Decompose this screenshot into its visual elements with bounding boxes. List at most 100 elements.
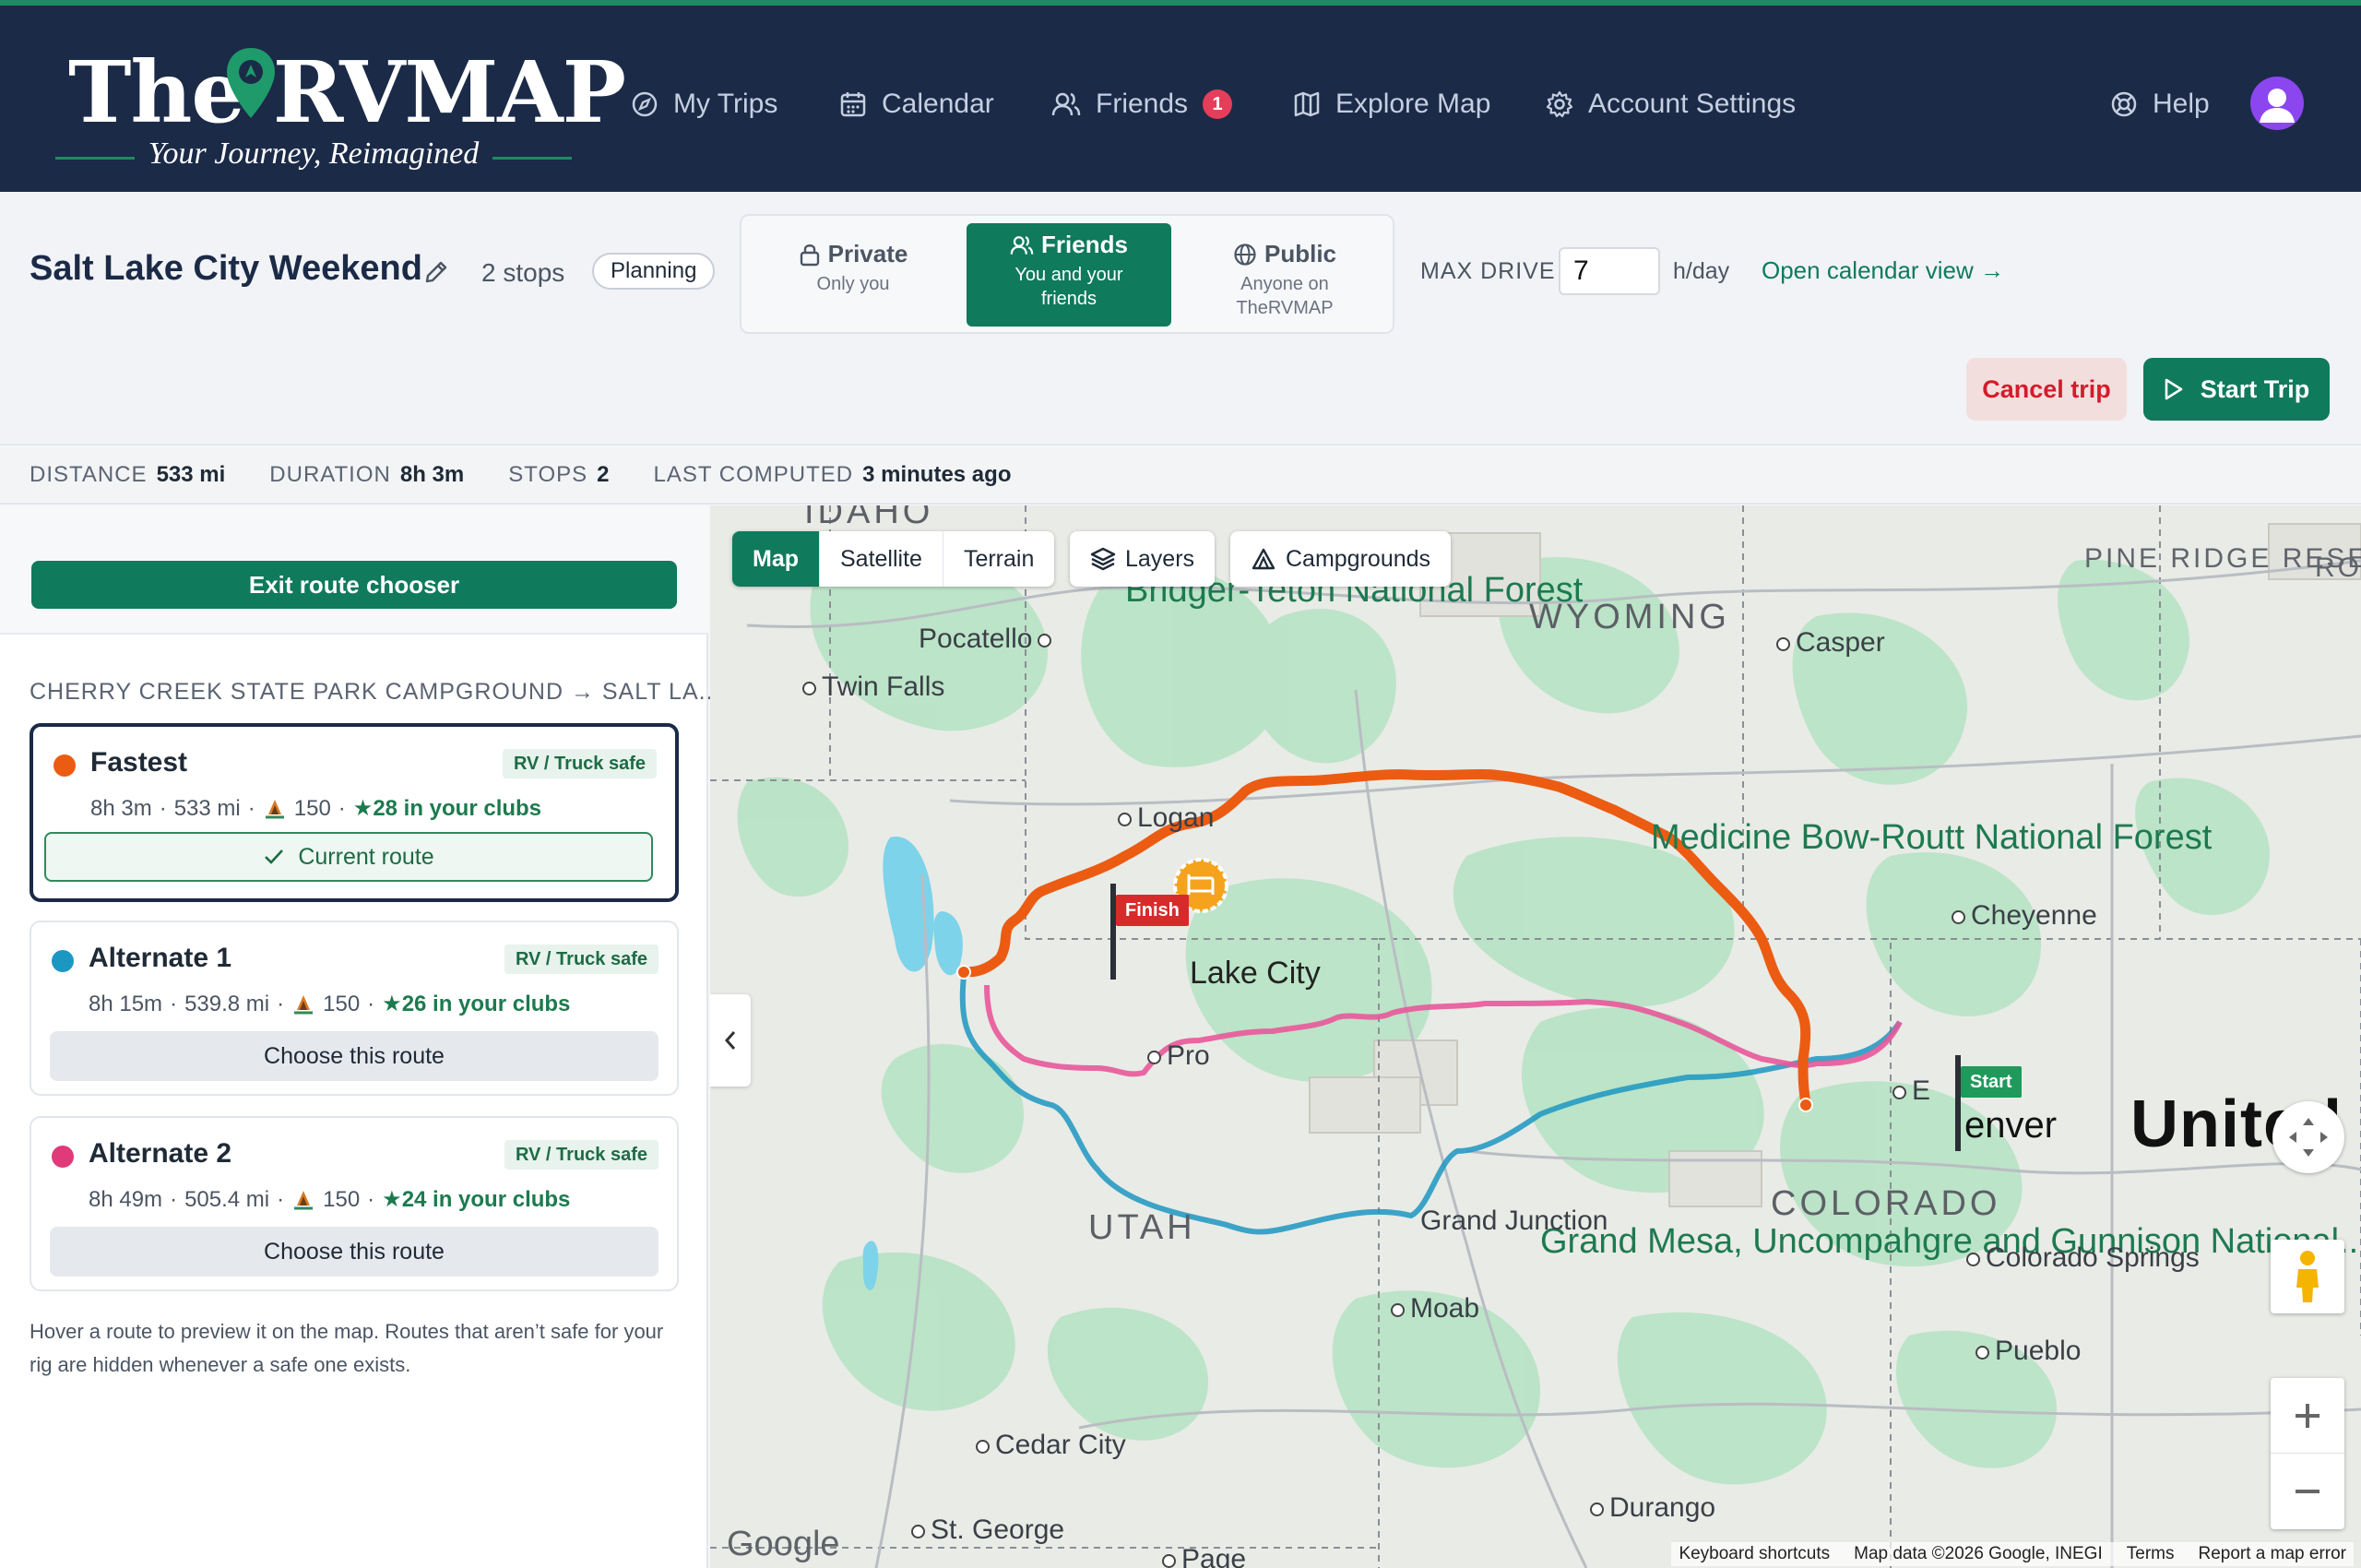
visibility-private-title: Private [827,240,908,267]
open-calendar-link[interactable]: Open calendar view → [1762,256,2004,285]
report-map-error-link[interactable]: Report a map error [2198,1544,2346,1564]
map-icon [1294,91,1320,117]
route-card-alternate-2[interactable]: Alternate 2 RV / Truck safe 8h 49m · 505.… [30,1116,679,1291]
map-type-satellite[interactable]: Satellite [820,531,943,587]
globe-icon [1234,243,1256,266]
stat-distance: DISTANCE 533 mi [30,462,226,487]
logo-tagline: Your Journey, Reimagined [148,137,480,171]
visibility-friends-subtitle: You and your friends [1014,265,1123,309]
map-label-medicine-bow: Medicine Bow-Routt National Forest [1651,818,2213,857]
route-color-dot [52,950,74,972]
campgrounds-button[interactable]: Campgrounds [1230,531,1452,587]
pencil-edit-icon[interactable] [422,258,450,286]
map-label-salt-lake-city: Lake City [1190,956,1321,991]
visibility-public-subtitle: Anyone on TheRVMAP [1236,274,1334,318]
keyboard-shortcuts-link[interactable]: Keyboard shortcuts [1679,1544,1830,1564]
route-heading: CHERRY CREEK STATE PARK CAMPGROUND → SAL… [30,679,721,705]
nav-account-settings[interactable]: Account Settings [1546,81,1796,127]
choose-route-button[interactable]: Choose this route [50,1227,658,1277]
route-name: Alternate 2 [89,1138,232,1169]
visibility-public-title: Public [1264,240,1336,267]
map-label-colorado: COLORADO [1771,1184,2001,1223]
layers-icon [1090,547,1116,571]
visibility-option-public[interactable]: Public Anyone on TheRVMAP [1182,223,1387,327]
route-color-dot [52,1146,74,1168]
lifebuoy-icon [2111,91,2137,117]
nav-my-trips-label: My Trips [673,89,778,119]
chevron-left-icon [724,1031,736,1050]
start-trip-button[interactable]: Start Trip [2143,358,2330,421]
route-card-fastest[interactable]: Fastest RV / Truck safe 8h 3m · 533 mi · 1… [30,723,679,902]
camera-control-button[interactable] [2272,1101,2344,1173]
tent-icon [1252,548,1275,570]
choose-route-button[interactable]: Choose this route [50,1031,658,1081]
map-label-cheyenne: Cheyenne [1952,900,2097,932]
cancel-trip-button[interactable]: Cancel trip [1966,358,2127,421]
friends-notification-badge: 1 [1203,89,1233,119]
zoom-in-button[interactable] [2271,1378,2344,1454]
map-label-casper: Casper [1776,627,1885,659]
visibility-private-subtitle: Only you [816,274,890,294]
calendar-icon [840,92,866,117]
finish-flag[interactable]: Finish [1116,895,1189,926]
minus-icon [2296,1490,2319,1493]
nav-my-trips[interactable]: My Trips [631,81,777,127]
rv-safe-badge: RV / Truck safe [504,1140,658,1170]
trip-stops-count: 2 stops [481,258,565,287]
map-type-terrain[interactable]: Terrain [943,531,1054,587]
route-meta: 8h 15m · 539.8 mi · 150 · ★26 in your clubs [89,991,571,1017]
user-avatar[interactable] [2250,77,2304,130]
map-label-utah: UTAH [1088,1208,1196,1247]
route-color-dot [53,754,76,777]
campfire-icon [294,994,314,1014]
nav-friends-label: Friends [1096,89,1189,119]
nav-calendar[interactable]: Calendar [839,81,994,127]
collapse-panel-button[interactable] [710,994,751,1087]
map-label-ro: RO [2315,552,2361,583]
zoom-out-button[interactable] [2271,1454,2344,1529]
logo[interactable]: The RVMAP Your Journey, Reimagined [55,33,626,181]
visibility-selector: Private Only you Friends You and your fr… [740,214,1394,334]
route-end-point [956,965,971,980]
start-flag[interactable]: Start [1961,1066,2022,1098]
map-label-pocatello: Pocatello [919,624,1051,655]
visibility-friends-title: Friends [1041,231,1128,258]
map-label-denver: enver [1964,1105,2058,1146]
exit-route-chooser-button[interactable]: Exit route chooser [31,561,677,609]
stat-stops: STOPS 2 [508,462,610,487]
visibility-option-private[interactable]: Private Only you [751,223,955,327]
campfire-icon [294,1190,314,1209]
visibility-option-friends[interactable]: Friends You and your friends [967,223,1171,327]
nav-help[interactable]: Help [2110,81,2210,127]
stat-last-computed: LAST COMPUTED 3 minutes ago [653,462,1012,487]
map-basemap [710,505,2361,1568]
nav-friends[interactable]: Friends 1 [1051,81,1233,127]
map-type-control: Map Satellite Terrain [732,531,1055,587]
max-drive-label: MAX DRIVE [1420,258,1556,284]
street-view-pegman[interactable] [2271,1240,2344,1313]
check-icon [265,849,284,864]
map-label-cedar-city: Cedar City [976,1430,1126,1461]
map-data-credit: Map data ©2026 Google, INEGI [1854,1544,2103,1563]
lock-icon [800,244,819,266]
user-icon [2260,89,2295,123]
campfire-icon [265,799,284,818]
logo-text: The RVMAP [68,42,626,142]
route-meta: 8h 3m · 533 mi · 150 · ★28 in your clubs [90,795,542,822]
route-name: Fastest [90,747,188,778]
nav-calendar-label: Calendar [882,89,994,119]
nav-explore-map[interactable]: Explore Map [1293,81,1490,127]
trip-header: Salt Lake City Weekend 2 stops Planning … [0,192,2361,445]
trip-status-badge: Planning [592,253,716,290]
terms-link[interactable]: Terms [2127,1544,2175,1564]
map-canvas[interactable]: IDAHO WYOMING UTAH COLORADO Bridger-Teto… [710,505,2361,1568]
google-logo: Google [727,1525,840,1563]
current-route-button[interactable]: Current route [44,832,653,882]
max-drive-input[interactable]: 7 [1559,247,1660,295]
zoom-control [2271,1378,2344,1529]
layers-button[interactable]: Layers [1070,531,1216,587]
route-card-alternate-1[interactable]: Alternate 1 RV / Truck safe 8h 15m · 539.… [30,921,679,1096]
compass-icon [632,91,658,117]
map-type-map[interactable]: Map [732,531,820,587]
map-label-grand-junction: Grand Junction [1420,1206,1608,1236]
